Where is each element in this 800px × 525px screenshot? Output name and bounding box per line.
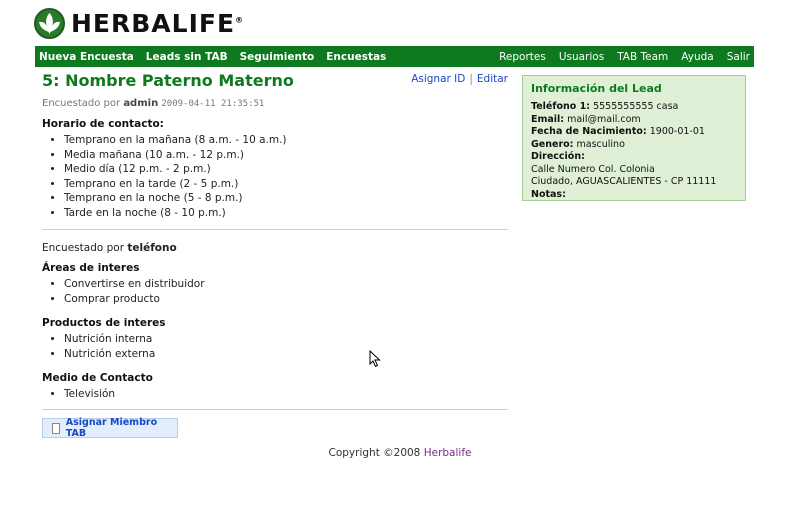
document-icon <box>52 422 60 434</box>
address-line1: Calle Numero Col. Colonia <box>531 163 655 175</box>
gender-row: Genero: masculino <box>531 139 737 152</box>
birth-value: 1900-01-01 <box>649 126 705 137</box>
birth-label: Fecha de Nacimiento: <box>531 126 647 137</box>
assign-tab-member-button[interactable]: Asignar Miembro TAB <box>42 417 178 439</box>
address-label: Dirección: <box>531 151 585 162</box>
copyright-text: Copyright ©2008 <box>328 447 421 459</box>
list-item: Nutrición externa <box>64 347 166 362</box>
footer-brand-link[interactable]: Herbalife <box>424 447 472 459</box>
lead-actions: Asignar ID | Editar <box>411 73 508 85</box>
email-label: Email: <box>531 113 565 125</box>
list-item: Comprar producto <box>64 292 205 307</box>
phone-value: 5555555555 casa <box>593 101 679 112</box>
list-item: Temprano en la tarde (2 - 5 p.m.) <box>64 177 287 192</box>
nav-leads-sin-tab[interactable]: Leads sin TAB <box>146 51 228 63</box>
surveyed-date: 2009-04-11 21:35:51 <box>161 99 265 109</box>
mouse-cursor-icon <box>369 349 381 371</box>
contact-schedule-section: Horario de contacto: Temprano en la maña… <box>42 118 287 220</box>
surveyed-via-value: teléfono <box>127 242 177 254</box>
lead-detail: 5: Nombre Paterno Materno Asignar ID | Edi… <box>42 72 508 110</box>
lead-info-panel: Información del Lead Teléfono 1: 5555555… <box>522 75 746 201</box>
surveyed-by-meta: Encuestado por admin 2009-04-11 21:35:51 <box>42 98 508 109</box>
list-item: Temprano en la noche (5 - 8 p.m.) <box>64 191 287 206</box>
notes-label: Notas: <box>531 188 566 200</box>
list-item: Temprano en la mañana (8 a.m. - 10 a.m.) <box>64 133 287 148</box>
address-row: Dirección: <box>531 151 737 164</box>
surveyed-via: Encuestado por teléfono <box>42 242 177 254</box>
nav-ayuda[interactable]: Ayuda <box>681 51 713 63</box>
footer: Copyright ©2008 Herbalife <box>0 447 800 459</box>
surveyed-by-prefix: Encuestado por <box>42 98 121 109</box>
gender-value: masculino <box>576 138 625 150</box>
contact-schedule-list: Temprano en la mañana (8 a.m. - 10 a.m.)… <box>42 133 287 220</box>
main-nav: Nueva Encuesta Leads sin TAB Seguimiento… <box>35 46 754 67</box>
notes-row: Notas: <box>531 189 737 202</box>
products-section: Productos de interes Nutrición interna N… <box>42 317 166 361</box>
interest-areas-heading: Áreas de interes <box>42 262 140 274</box>
contact-schedule-heading: Horario de contacto: <box>42 118 164 130</box>
address-line2: Ciudado, AGUASCALIENTES - CP 11111 <box>531 176 717 187</box>
divider <box>42 409 508 410</box>
interest-areas-section: Áreas de interes Convertirse en distribu… <box>42 262 205 306</box>
action-separator: | <box>469 73 473 85</box>
email-value: mail@mail.com <box>567 113 641 125</box>
nav-usuarios[interactable]: Usuarios <box>559 51 604 63</box>
email-row: Email: mail@mail.com <box>531 114 737 127</box>
nav-seguimiento[interactable]: Seguimiento <box>240 51 315 63</box>
birth-row: Fecha de Nacimiento: 1900-01-01 <box>531 126 737 139</box>
herbalife-leaf-icon <box>34 7 65 39</box>
nav-reportes[interactable]: Reportes <box>499 51 546 63</box>
contact-medium-list: Televisión <box>42 387 153 402</box>
list-item: Televisión <box>64 387 153 402</box>
assign-tab-member-label: Asignar Miembro TAB <box>65 417 158 439</box>
surveyed-by-user: admin <box>123 98 159 109</box>
logo-wordmark: HERBALIFE® <box>71 8 245 38</box>
nav-right: Reportes Usuarios TAB Team Ayuda Salir <box>486 46 754 67</box>
surveyed-via-prefix: Encuestado por <box>42 242 125 254</box>
products-list: Nutrición interna Nutrición externa <box>42 332 166 361</box>
phone-row: Teléfono 1: 5555555555 casa <box>531 101 737 114</box>
list-item: Nutrición interna <box>64 332 166 347</box>
contact-medium-section: Medio de Contacto Televisión <box>42 372 153 402</box>
divider <box>42 229 508 230</box>
edit-link[interactable]: Editar <box>477 73 508 85</box>
list-item: Media mañana (10 a.m. - 12 p.m.) <box>64 148 287 163</box>
nav-nueva-encuesta[interactable]: Nueva Encuesta <box>39 51 134 63</box>
contact-medium-heading: Medio de Contacto <box>42 372 153 384</box>
gender-label: Genero: <box>531 138 574 150</box>
list-item: Convertirse en distribuidor <box>64 277 205 292</box>
nav-encuestas[interactable]: Encuestas <box>326 51 386 63</box>
nav-salir[interactable]: Salir <box>727 51 750 63</box>
nav-tab-team[interactable]: TAB Team <box>617 51 668 63</box>
list-item: Medio día (12 p.m. - 2 p.m.) <box>64 162 287 177</box>
lead-info-title: Información del Lead <box>531 82 662 95</box>
interest-areas-list: Convertirse en distribuidor Comprar prod… <box>42 277 205 306</box>
assign-id-link[interactable]: Asignar ID <box>411 73 465 85</box>
products-heading: Productos de interes <box>42 317 166 329</box>
nav-left: Nueva Encuesta Leads sin TAB Seguimiento… <box>35 46 394 67</box>
list-item: Tarde en la noche (8 - 10 p.m.) <box>64 206 287 221</box>
phone-label: Teléfono 1: <box>531 101 591 112</box>
herbalife-logo: HERBALIFE® <box>34 7 244 39</box>
